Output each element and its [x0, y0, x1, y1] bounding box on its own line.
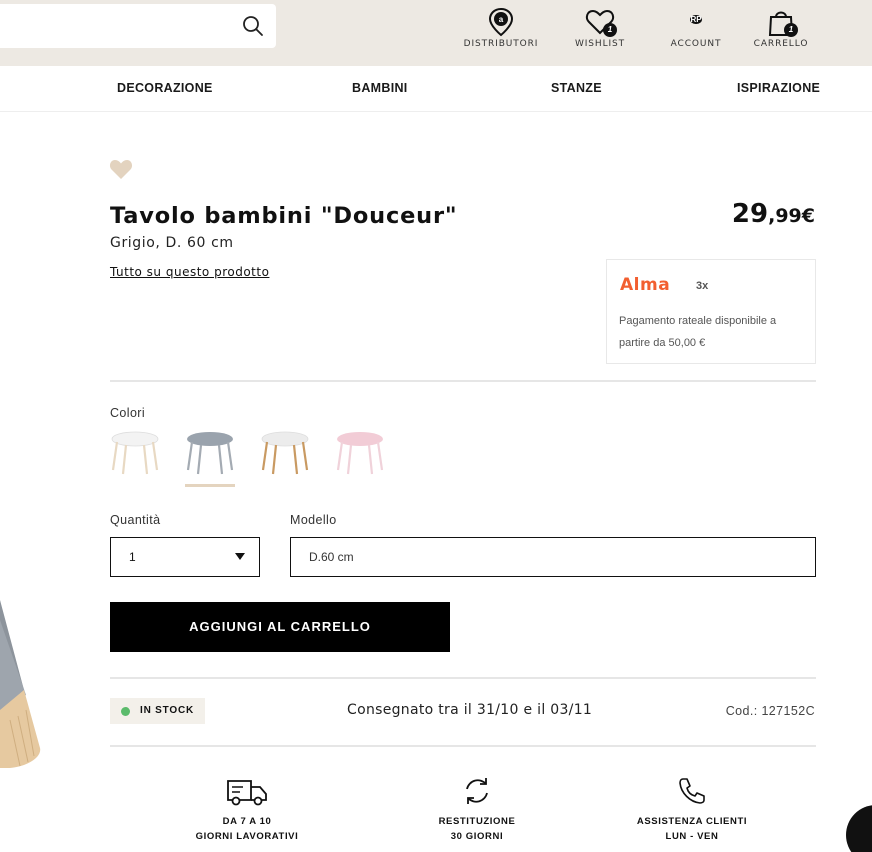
product-image[interactable]: [0, 600, 45, 770]
feature-delivery-line1: DA 7 A 10: [222, 816, 272, 827]
cart-count-badge: 1: [784, 23, 798, 37]
delivery-estimate: Consegnato tra il 31/10 e il 03/11: [347, 702, 593, 718]
add-to-cart-button[interactable]: AGGIUNGI AL CARRELLO: [110, 602, 450, 652]
model-label: Modello: [290, 513, 337, 527]
color-swatch-rosa[interactable]: [335, 428, 385, 480]
product-subtitle: Grigio, D. 60 cm: [110, 235, 234, 251]
shopping-bag-icon: 1: [765, 6, 798, 38]
price-integer: 29: [731, 199, 769, 229]
stock-label: IN STOCK: [140, 705, 194, 716]
alma-description: Pagamento rateale disponibile a partire …: [619, 315, 777, 349]
product-title: Tavolo bambini "Douceur": [110, 203, 458, 229]
price-decimal: ,99€: [768, 205, 815, 227]
product-code: Cod.: 127152C: [725, 704, 815, 718]
search-icon[interactable]: [242, 15, 264, 37]
status-badge: IN STOCK: [110, 698, 205, 724]
model-select[interactable]: D.60 cm: [290, 537, 816, 577]
search-input[interactable]: [0, 4, 276, 48]
alma-installments-count: 3x: [696, 280, 709, 292]
quantity-label: Quantità: [110, 513, 161, 527]
header-account[interactable]: RP ACCOUNT: [651, 6, 741, 49]
phone-icon: [679, 778, 705, 804]
feature-returns: RESTITUZIONE 30 GIORNI: [407, 775, 547, 844]
return-arrows-icon: [466, 778, 488, 804]
chat-button[interactable]: [846, 805, 872, 852]
feature-returns-line2: 30 GIORNI: [450, 831, 504, 842]
heart-icon: 1: [584, 6, 617, 38]
nav-stanze[interactable]: STANZE: [551, 81, 602, 95]
quantity-value: 1: [129, 550, 136, 564]
nav-bambini[interactable]: BAMBINI: [352, 81, 408, 95]
alma-installments-box: Alma 3x Pagamento rateale disponibile a …: [606, 259, 816, 364]
header-distributori[interactable]: a DISTRIBUTORI: [456, 6, 546, 49]
feature-delivery: DA 7 A 10 GIORNI LAVORATIVI: [177, 775, 317, 844]
wishlist-count-badge: 1: [603, 23, 617, 37]
product-price: 29,99€: [732, 199, 815, 229]
header-label: CARRELLO: [753, 39, 809, 49]
divider: [110, 380, 816, 382]
product-details-link[interactable]: Tutto su questo prodotto: [110, 265, 269, 279]
avatar-initials: RP: [690, 15, 702, 24]
nav-ispirazione[interactable]: ISPIRAZIONE: [737, 81, 820, 95]
svg-text:a: a: [499, 15, 504, 24]
header-label: ACCOUNT: [670, 39, 722, 49]
quantity-select[interactable]: 1: [110, 537, 260, 577]
chevron-down-icon: [235, 553, 245, 560]
top-header: a DISTRIBUTORI 1 WISHLIST RP ACCOUNT 1 C…: [0, 0, 872, 66]
color-swatch-bianco[interactable]: [110, 428, 160, 480]
delivery-truck-icon: [227, 780, 267, 806]
stock-status-dot: [121, 707, 130, 716]
main-nav: DECORAZIONE BAMBINI STANZE ISPIRAZIONE: [0, 66, 872, 112]
header-label: DISTRIBUTORI: [463, 39, 539, 49]
feature-support: ASSISTENZA CLIENTI LUN - VEN: [622, 775, 762, 844]
feature-returns-line1: RESTITUZIONE: [438, 816, 516, 827]
feature-support-line2: LUN - VEN: [665, 831, 719, 842]
model-value: D.60 cm: [309, 550, 354, 564]
header-cart[interactable]: 1 CARRELLO: [736, 6, 826, 49]
avatar: RP: [680, 6, 712, 38]
divider: [110, 745, 816, 747]
nav-decorazione[interactable]: DECORAZIONE: [117, 81, 213, 95]
heart-icon[interactable]: [109, 158, 133, 180]
feature-support-line1: ASSISTENZA CLIENTI: [636, 816, 748, 827]
colors-label: Colori: [110, 406, 146, 420]
feature-delivery-line2: GIORNI LAVORATIVI: [195, 831, 299, 842]
color-swatch-grigio[interactable]: [185, 428, 235, 487]
divider: [110, 677, 816, 679]
header-label: WISHLIST: [574, 39, 626, 49]
location-pin-icon: a: [485, 6, 517, 38]
color-swatch-naturale[interactable]: [260, 428, 310, 480]
header-wishlist[interactable]: 1 WISHLIST: [555, 6, 645, 49]
alma-logo: Alma: [620, 275, 671, 295]
